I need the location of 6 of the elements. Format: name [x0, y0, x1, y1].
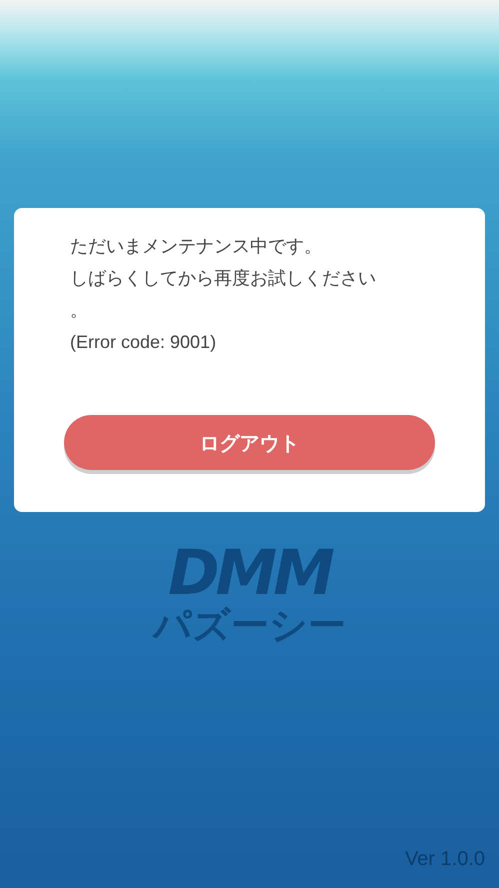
message-text: 。: [70, 299, 89, 322]
message-text: (Error code: 9001): [70, 331, 218, 354]
message-text: しばらくしてから再度お試しください: [70, 267, 377, 290]
message-text: ただいまメンテナンス中です。: [70, 235, 323, 258]
version-text: Ver 1.0.0: [404, 847, 485, 872]
logout-button[interactable]: ログアウト: [64, 415, 435, 470]
